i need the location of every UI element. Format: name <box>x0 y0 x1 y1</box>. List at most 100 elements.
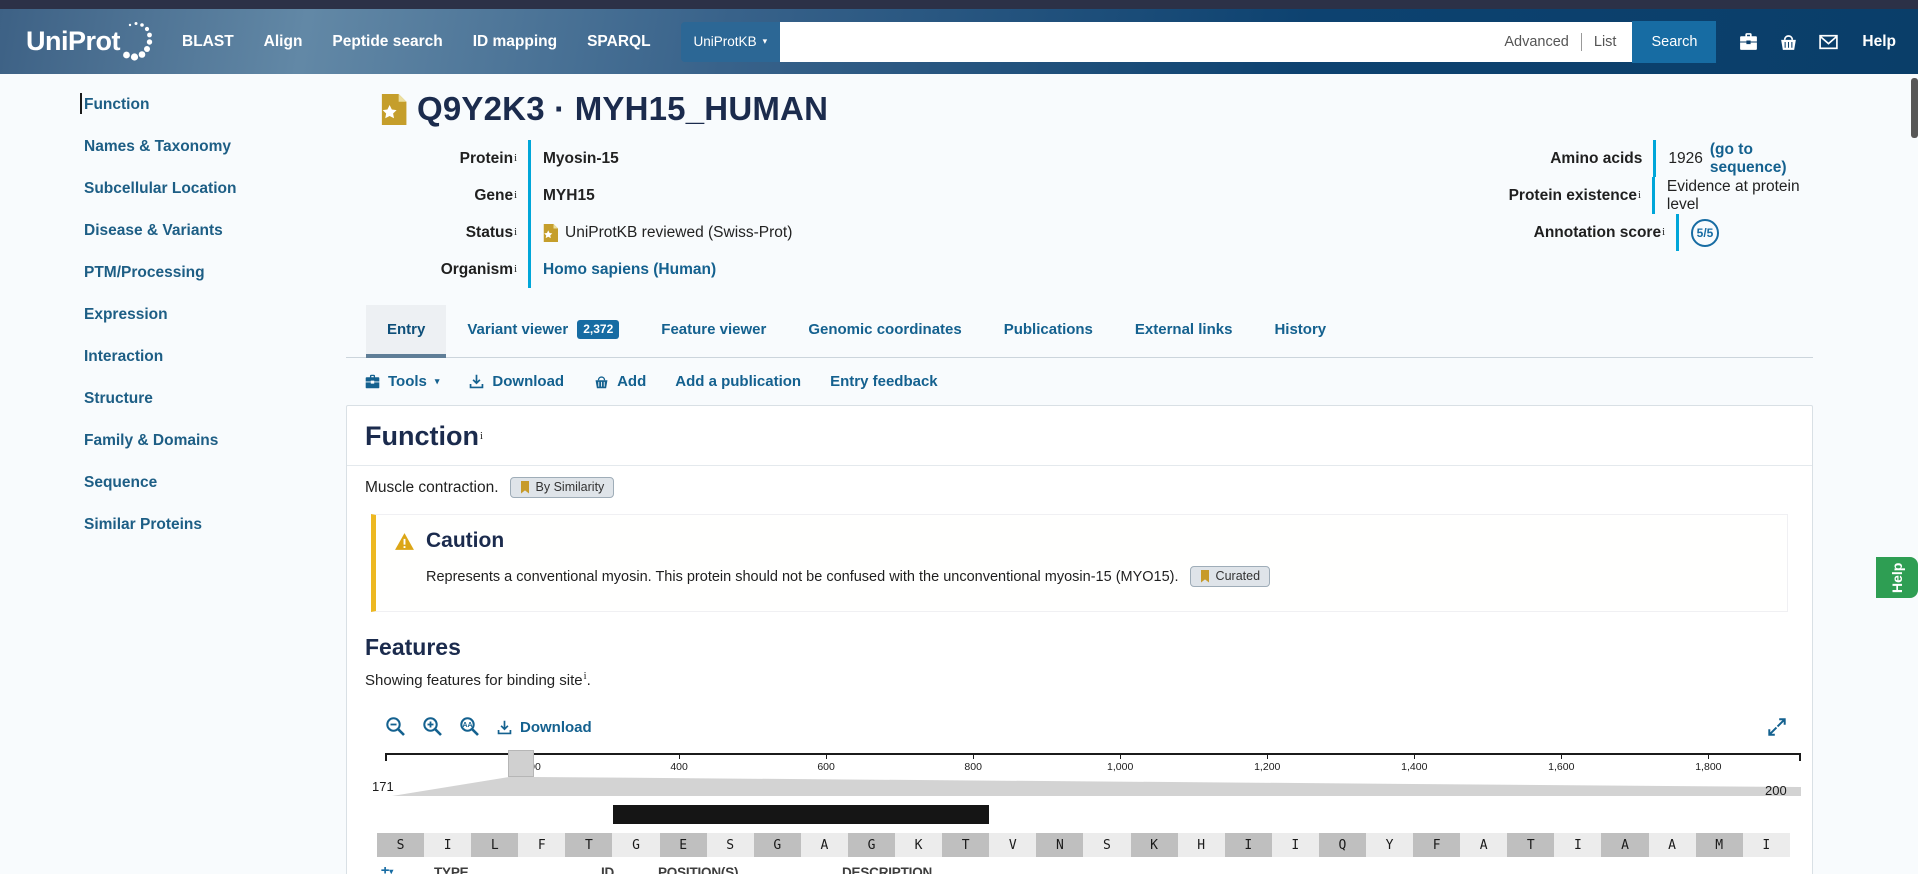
amino-acids-row: Amino acids 1926 (go to sequence) <box>1091 140 1813 177</box>
sequence-letter[interactable]: M <box>1695 833 1743 857</box>
info-sup[interactable]: i <box>1638 190 1641 201</box>
info-sup[interactable]: i <box>1662 227 1665 238</box>
sequence-letter[interactable]: T <box>565 833 613 857</box>
download-button[interactable]: Download <box>468 373 564 390</box>
tab-feature-viewer[interactable]: Feature viewer <box>640 305 787 358</box>
info-sup[interactable]: i <box>514 190 517 201</box>
sequence-letter[interactable]: I <box>1271 833 1319 857</box>
nav-link-sparql[interactable]: SPARQL <box>587 33 650 51</box>
status-row: Status i UniProtKB reviewed (Swiss-Prot) <box>346 214 1091 251</box>
annotation-score-badge[interactable]: 5/5 <box>1691 218 1719 247</box>
sidebar-item-disease-variants[interactable]: Disease & Variants <box>0 210 346 252</box>
tab-publications[interactable]: Publications <box>983 305 1114 358</box>
sequence-letter[interactable]: K <box>895 833 943 857</box>
sequence-letter[interactable]: I <box>1554 833 1602 857</box>
column-header-description[interactable]: DESCRIPTION <box>842 865 932 874</box>
sequence-letter[interactable]: T <box>1507 833 1555 857</box>
sequence-letter[interactable]: N <box>1036 833 1084 857</box>
info-sup[interactable]: i <box>480 431 483 442</box>
sidebar-item-structure[interactable]: Structure <box>0 378 346 420</box>
search-input[interactable] <box>780 21 1501 62</box>
zoom-in-icon[interactable] <box>422 716 444 738</box>
nav-link-blast[interactable]: BLAST <box>182 33 234 51</box>
tab-variant-viewer[interactable]: Variant viewer 2,372 <box>446 305 640 358</box>
sequence-letter[interactable]: Q <box>1318 833 1366 857</box>
tab-label: Feature viewer <box>661 321 767 338</box>
toolbox-icon[interactable] <box>1738 31 1759 52</box>
basket-icon[interactable] <box>1778 31 1799 52</box>
sidebar-item-similar-proteins[interactable]: Similar Proteins <box>0 504 346 546</box>
sequence-letter[interactable]: A <box>1601 833 1649 857</box>
uniprot-logo[interactable]: UniProt <box>26 19 156 65</box>
tab-entry[interactable]: Entry <box>366 305 447 358</box>
sequence-letter[interactable]: I <box>1742 833 1790 857</box>
add-to-basket-button[interactable]: Add <box>593 373 646 390</box>
features-subtitle: Showing features for binding sitei. <box>365 671 591 689</box>
nav-link-peptide-search[interactable]: Peptide search <box>332 33 442 51</box>
nav-link-align[interactable]: Align <box>264 33 303 51</box>
sequence-letter[interactable]: E <box>659 833 707 857</box>
fullscreen-expand-icon[interactable] <box>1766 716 1788 738</box>
column-header-type[interactable]: TYPE <box>434 865 469 874</box>
help-side-tab[interactable]: Help <box>1876 557 1918 598</box>
sequence-letter[interactable]: L <box>471 833 519 857</box>
tab-genomic-coordinates[interactable]: Genomic coordinates <box>787 305 982 358</box>
feature-bar[interactable] <box>612 805 990 824</box>
features-download-button[interactable]: Download <box>496 719 592 736</box>
sequence-letter[interactable]: K <box>1130 833 1178 857</box>
sequence-letter[interactable]: G <box>753 833 801 857</box>
sequence-letter[interactable]: A <box>1648 833 1696 857</box>
sequence-letter[interactable]: S <box>1083 833 1131 857</box>
sidebar-item-sequence[interactable]: Sequence <box>0 462 346 504</box>
expand-collapse-rows-button[interactable]: ±▾ <box>381 863 393 874</box>
sequence-letter[interactable]: I <box>1224 833 1272 857</box>
contact-envelope-icon[interactable] <box>1818 31 1839 52</box>
info-sup[interactable]: i <box>514 264 517 275</box>
sequence-letter[interactable]: F <box>1413 833 1461 857</box>
sidebar-item-interaction[interactable]: Interaction <box>0 336 346 378</box>
sidebar-item-family-domains[interactable]: Family & Domains <box>0 420 346 462</box>
sequence-letter[interactable]: Y <box>1365 833 1414 857</box>
sequence-letter[interactable]: G <box>612 833 660 857</box>
namespace-selector[interactable]: UniProtKB ▾ <box>680 21 781 62</box>
sequence-letter[interactable]: T <box>942 833 990 857</box>
advanced-search-link[interactable]: Advanced <box>1504 34 1569 50</box>
help-menu[interactable]: Help <box>1862 33 1896 51</box>
uniprot-logo-dots-icon <box>123 21 153 61</box>
go-to-sequence-link[interactable]: (go to sequence) <box>1710 141 1813 177</box>
evidence-badge[interactable]: By Similarity <box>509 477 615 498</box>
sequence-letter[interactable]: V <box>989 833 1037 857</box>
sidebar-item-names-taxonomy[interactable]: Names & Taxonomy <box>0 126 346 168</box>
sequence-letter[interactable]: A <box>1460 833 1508 857</box>
list-link[interactable]: List <box>1594 34 1617 50</box>
sequence-letter[interactable]: I <box>424 833 472 857</box>
tab-external-links[interactable]: External links <box>1114 305 1254 358</box>
sequence-letter[interactable]: F <box>518 833 566 857</box>
sequence-letter[interactable]: S <box>377 833 425 857</box>
add-publication-button[interactable]: Add a publication <box>675 373 801 390</box>
zoom-funnel <box>392 777 1801 796</box>
sequence-letter[interactable]: G <box>847 833 896 857</box>
sequence-letter[interactable]: S <box>706 833 754 857</box>
zoom-to-sequence-icon[interactable]: AA <box>459 716 481 738</box>
sidebar-item-subcellular-location[interactable]: Subcellular Location <box>0 168 346 210</box>
sequence-letter[interactable]: H <box>1177 833 1225 857</box>
sidebar-item-ptm-processing[interactable]: PTM/Processing <box>0 252 346 294</box>
search-options: Advanced List <box>1500 21 1633 62</box>
nav-link-id-mapping[interactable]: ID mapping <box>473 33 557 51</box>
tab-history[interactable]: History <box>1253 305 1347 358</box>
sidebar-item-expression[interactable]: Expression <box>0 294 346 336</box>
search-button[interactable]: Search <box>1632 20 1717 63</box>
column-header-position-s[interactable]: POSITION(S) <box>658 865 739 874</box>
evidence-badge[interactable]: Curated <box>1189 566 1271 587</box>
zoom-out-icon[interactable] <box>385 716 407 738</box>
entry-feedback-button[interactable]: Entry feedback <box>830 373 938 390</box>
scrollbar-thumb[interactable] <box>1911 78 1918 138</box>
sidebar-item-function[interactable]: Function <box>0 84 346 126</box>
info-sup[interactable]: i <box>514 227 517 238</box>
info-sup[interactable]: i <box>514 153 517 164</box>
column-header-id[interactable]: ID <box>601 865 614 874</box>
organism-link[interactable]: Homo sapiens (Human) <box>543 261 716 279</box>
tools-menu-button[interactable]: Tools ▾ <box>364 373 439 390</box>
sequence-letter[interactable]: A <box>800 833 848 857</box>
